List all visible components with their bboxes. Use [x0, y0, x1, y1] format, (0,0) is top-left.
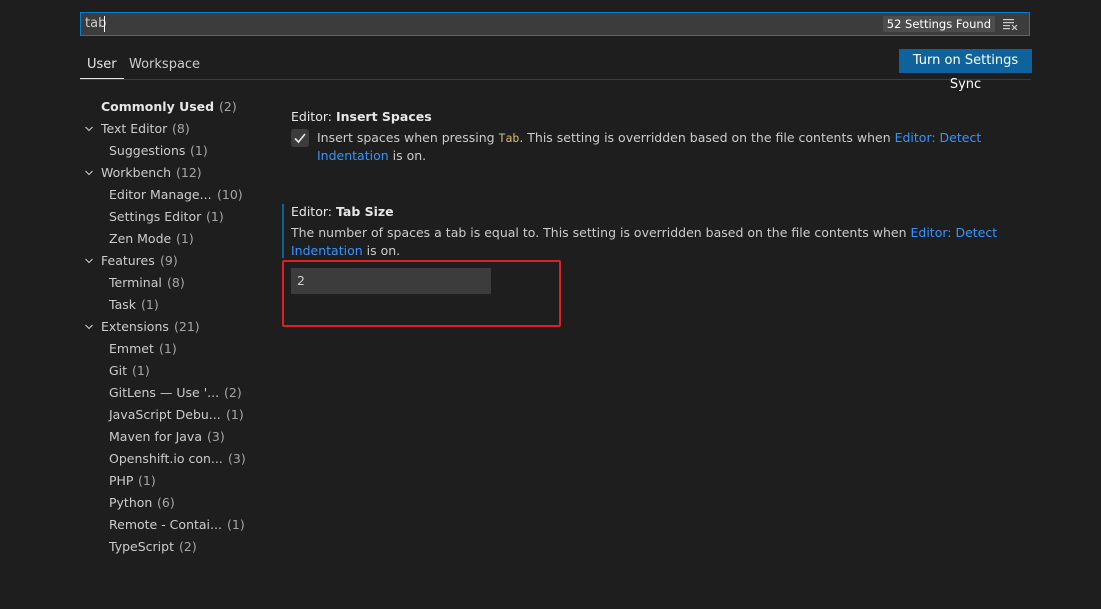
- results-count-badge: 52 Settings Found: [882, 16, 995, 32]
- toc-item-count: (21): [174, 319, 200, 334]
- toc-item-count: (1): [138, 473, 156, 488]
- setting-category: Editor:: [291, 204, 336, 219]
- insert-spaces-checkbox[interactable]: [291, 129, 309, 147]
- toc-item-count: (1): [226, 407, 244, 422]
- toc-item-count: (1): [227, 517, 245, 532]
- toc-item-label: Git: [109, 363, 128, 378]
- code-snippet: Tab: [498, 131, 520, 145]
- toc-item-count: (12): [176, 165, 202, 180]
- text-caret: [104, 16, 105, 32]
- toc-item-count: (1): [190, 143, 208, 158]
- toc-item-label: Task: [109, 297, 136, 312]
- check-icon: [294, 133, 306, 144]
- settings-sync-button[interactable]: Turn on Settings Sync: [899, 49, 1032, 92]
- chevron-down-icon[interactable]: [85, 169, 93, 177]
- toc-item[interactable]: Text Editor (8): [80, 118, 260, 140]
- toc-item-label: Terminal: [109, 275, 162, 290]
- toc-item-label: TypeScript: [109, 539, 174, 554]
- toc-item-count: (2): [224, 385, 242, 400]
- toc-item-label: Python: [109, 495, 153, 510]
- toc-item-count: (1): [159, 341, 177, 356]
- chevron-down-icon[interactable]: [85, 257, 93, 265]
- setting-title-tab-size: Editor: Tab Size: [291, 204, 394, 219]
- toc-item[interactable]: PHP (1): [80, 470, 260, 492]
- toc-item-count: (6): [157, 495, 175, 510]
- toc-item-label: Commonly Used: [101, 99, 215, 114]
- toc-item[interactable]: Openshift.io con... (3): [80, 448, 260, 470]
- toc-item-label: GitLens — Use '...: [109, 385, 220, 400]
- toc-item-label: Editor Manage...: [109, 187, 212, 202]
- toc-item[interactable]: Suggestions (1): [80, 140, 260, 162]
- toc-item[interactable]: Editor Manage... (10): [80, 184, 260, 206]
- toc-item[interactable]: Extensions (21): [80, 316, 260, 338]
- toc-item[interactable]: Terminal (8): [80, 272, 260, 294]
- toc-item-label: Zen Mode: [109, 231, 172, 246]
- tab-workspace[interactable]: Workspace: [129, 57, 200, 79]
- toc-item[interactable]: Zen Mode (1): [80, 228, 260, 250]
- toc-item-label: Features: [101, 253, 155, 268]
- toc-item-count: (10): [217, 187, 243, 202]
- toc-item-label: Remote - Contai...: [109, 517, 222, 532]
- toc-item-count: (1): [206, 209, 224, 224]
- toc-item-count: (1): [132, 363, 150, 378]
- toc-item-count: (2): [179, 539, 197, 554]
- setting-key: Tab Size: [335, 204, 394, 219]
- toc-item[interactable]: GitLens — Use '... (2): [80, 382, 260, 404]
- toc-item-label: JavaScript Debu...: [109, 407, 221, 422]
- toc-item[interactable]: Git (1): [80, 360, 260, 382]
- toc-item-count: (1): [141, 297, 159, 312]
- toc-item[interactable]: JavaScript Debu... (1): [80, 404, 260, 426]
- search-input[interactable]: [85, 13, 885, 35]
- settings-editor: 52 Settings Found User Workspace Turn on…: [0, 0, 1101, 609]
- toc-item[interactable]: Task (1): [80, 294, 260, 316]
- toc-item[interactable]: Python (6): [80, 492, 260, 514]
- toc-item-count: (8): [167, 275, 185, 290]
- chevron-down-icon[interactable]: [85, 125, 93, 133]
- toc-item[interactable]: Settings Editor (1): [80, 206, 260, 228]
- setting-description-insert-spaces: Insert spaces when pressing Tab. This se…: [317, 130, 982, 163]
- focused-setting-indicator: [282, 204, 284, 258]
- toc-item-label: Emmet: [109, 341, 154, 356]
- toc-item[interactable]: Workbench (12): [80, 162, 260, 184]
- toc-item-label: Text Editor: [101, 121, 168, 136]
- toc-item-count: (2): [219, 99, 237, 114]
- toc-item-label: Openshift.io con...: [109, 451, 223, 466]
- toc-item[interactable]: TypeScript (2): [80, 536, 260, 558]
- annotation-highlight-box: [282, 260, 561, 327]
- toc-item-count: (1): [176, 231, 194, 246]
- toc-item[interactable]: Emmet (1): [80, 338, 260, 360]
- toc-item-count: (3): [207, 429, 225, 444]
- toc-item[interactable]: Features (9): [80, 250, 260, 272]
- settings-search-box[interactable]: 52 Settings Found: [80, 12, 1030, 36]
- toc-item[interactable]: Maven for Java (3): [80, 426, 260, 448]
- chevron-down-icon[interactable]: [85, 323, 93, 331]
- setting-key: Insert Spaces: [335, 109, 432, 124]
- setting-title-insert-spaces: Editor: Insert Spaces: [291, 109, 432, 124]
- toc-item-label: Workbench: [101, 165, 171, 180]
- toc-item-label: PHP: [109, 473, 134, 488]
- toc-item-label: Settings Editor: [109, 209, 202, 224]
- tab-user[interactable]: User: [80, 57, 124, 79]
- tabs-divider: [80, 79, 1031, 80]
- toc-item-label: Extensions: [101, 319, 169, 334]
- toc-item-label: Suggestions: [109, 143, 186, 158]
- toc-item-count: (8): [172, 121, 190, 136]
- clear-filter-icon[interactable]: [1003, 18, 1019, 30]
- toc-item[interactable]: Commonly Used (2): [80, 96, 260, 118]
- setting-description-tab-size: The number of spaces a tab is equal to. …: [291, 225, 998, 258]
- toc-item-count: (9): [160, 253, 178, 268]
- toc-item[interactable]: Remote - Contai... (1): [80, 514, 260, 536]
- toc-item-label: Maven for Java: [109, 429, 202, 444]
- setting-category: Editor:: [291, 109, 336, 124]
- toc-item-count: (3): [228, 451, 246, 466]
